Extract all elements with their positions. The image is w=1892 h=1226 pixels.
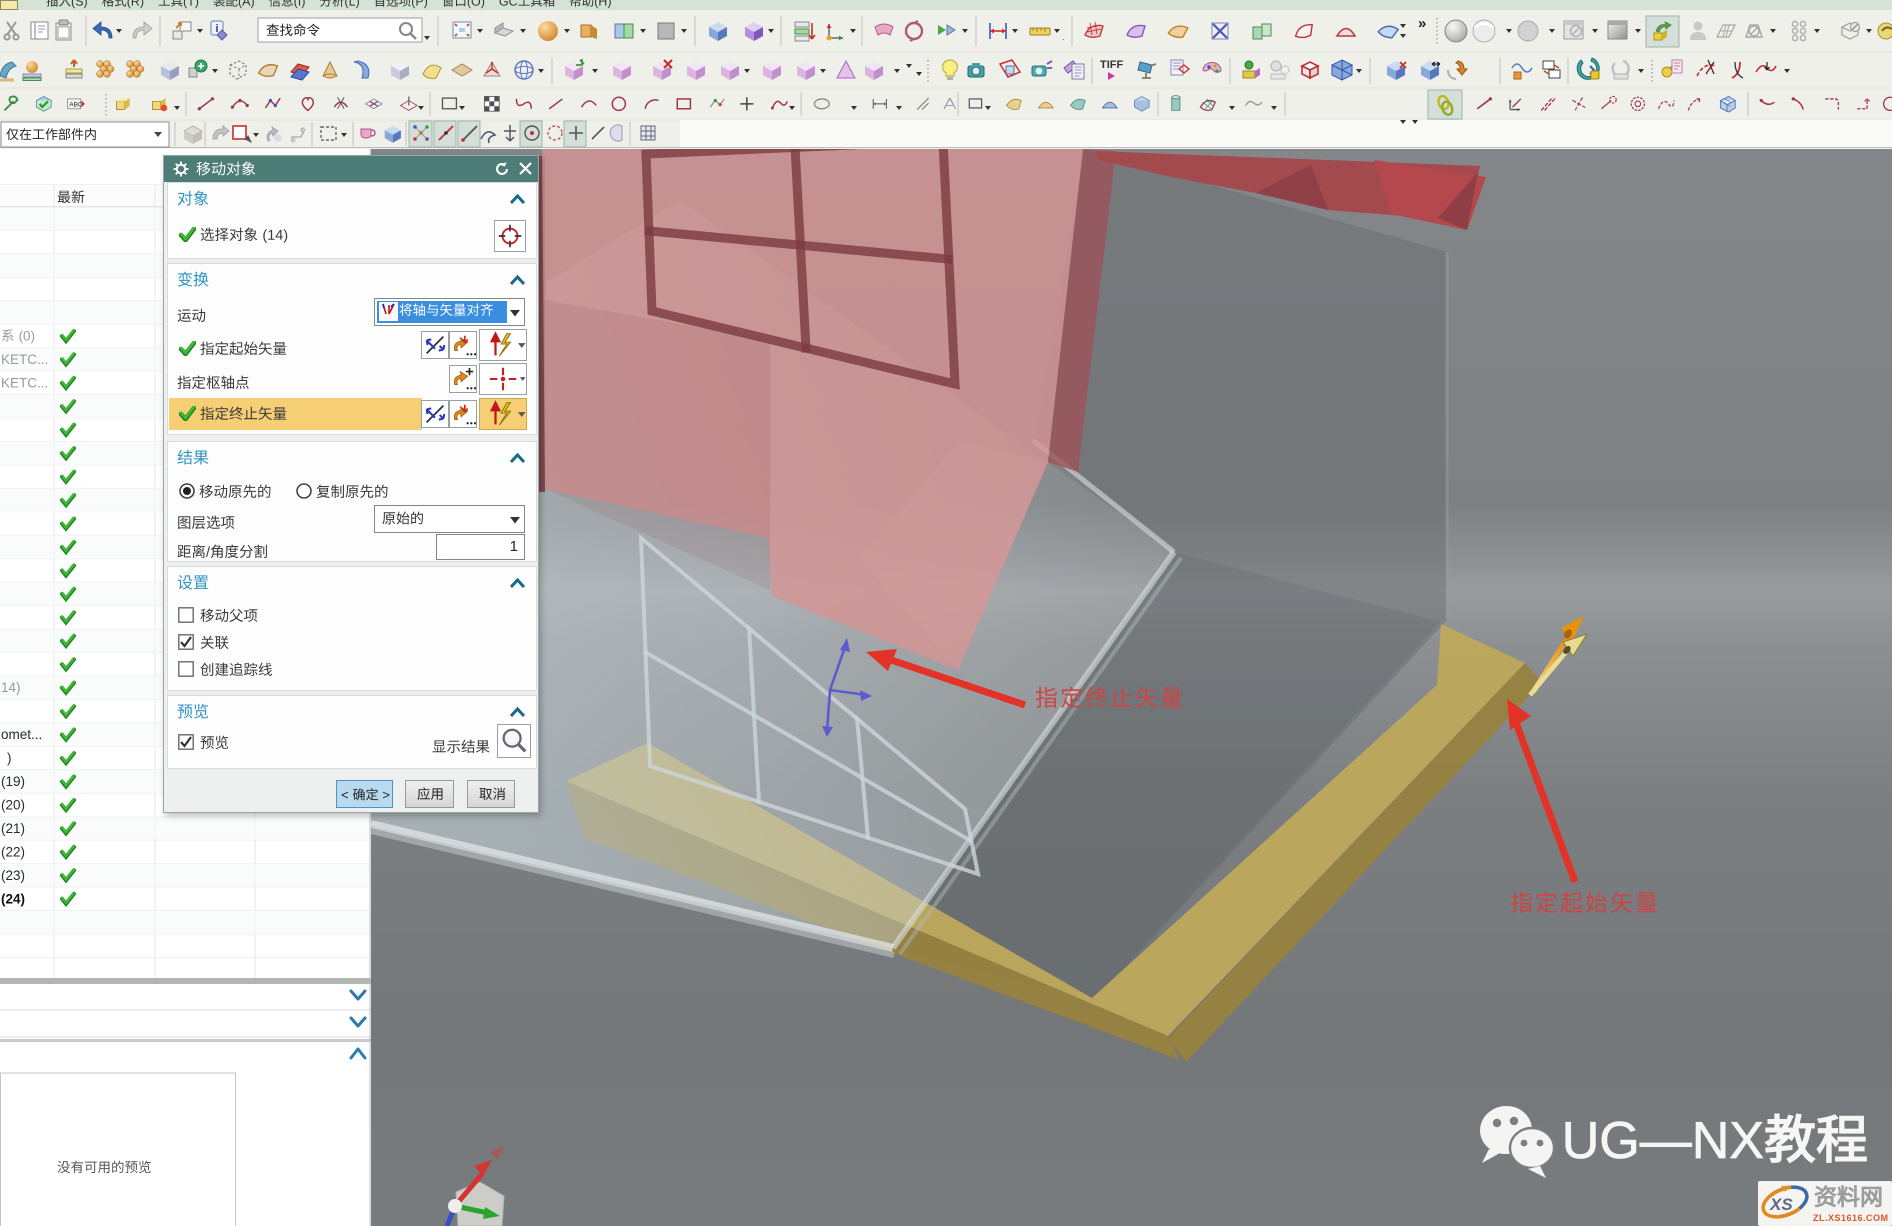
svg-text:»: » (1418, 15, 1426, 32)
svg-text:(23): (23) (1, 868, 25, 883)
svg-text:): ) (7, 751, 12, 766)
svg-text:ZL.XS1616.COM: ZL.XS1616.COM (1813, 1213, 1889, 1223)
svg-text:14): 14) (1, 680, 21, 695)
svg-text:(20): (20) (1, 798, 25, 813)
svg-text:KETC...: KETC... (1, 352, 48, 367)
svg-text:(21): (21) (1, 821, 25, 836)
svg-text:TIFF: TIFF (1100, 59, 1123, 71)
svg-text:XS: XS (1769, 1195, 1793, 1214)
svg-text:(22): (22) (1, 844, 25, 859)
svg-text:i: i (215, 23, 218, 35)
svg-text:.: . (1062, 32, 1065, 42)
svg-text:(24): (24) (1, 891, 25, 906)
svg-text:KETC...: KETC... (1, 375, 48, 390)
svg-text:ABC: ABC (69, 101, 83, 108)
svg-text:omet...: omet... (1, 727, 42, 742)
svg-text:(19): (19) (1, 774, 25, 789)
